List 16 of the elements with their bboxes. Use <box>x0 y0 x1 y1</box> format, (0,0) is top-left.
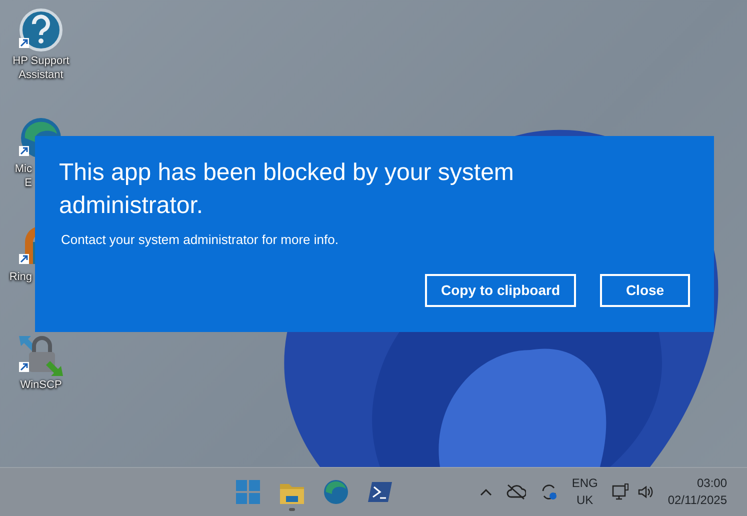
network-icon[interactable] <box>612 483 630 501</box>
icon-label[interactable]: HP Support Assistant <box>12 54 70 82</box>
cloud-off-icon[interactable] <box>506 484 526 500</box>
language-indicator[interactable]: ENG UK <box>572 475 598 509</box>
help-icon[interactable] <box>17 8 65 54</box>
volume-icon[interactable] <box>638 484 654 500</box>
dialog-message: Contact your system administrator for more info. <box>60 231 340 249</box>
clock[interactable]: 03:00 02/11/2025 <box>668 475 727 509</box>
caret-up-icon[interactable] <box>480 488 492 496</box>
copy-button[interactable]: Copy to clipboard <box>425 274 576 306</box>
icon-label[interactable]: WinSCP <box>20 378 62 392</box>
dialog-title: This app has been blocked by your system administrator. <box>59 158 515 221</box>
close-button[interactable]: Close <box>600 274 690 306</box>
icon-label[interactable]: Mic E <box>0 162 32 190</box>
icon-label[interactable]: Ring <box>0 270 32 284</box>
sync-icon[interactable] <box>540 483 558 501</box>
